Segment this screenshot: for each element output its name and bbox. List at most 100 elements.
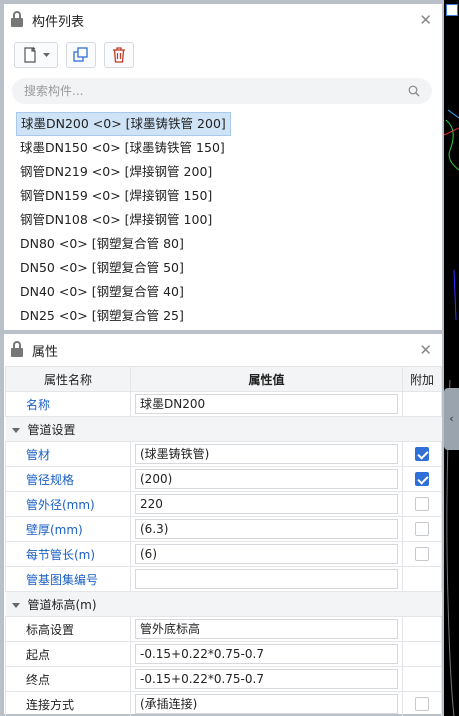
- attach-checkbox[interactable]: [415, 697, 429, 712]
- property-name: 管径规格: [5, 466, 131, 492]
- component-list-item[interactable]: 钢管DN159 <0> [焊接钢管 150]: [16, 184, 216, 208]
- property-panel: 属性 ✕ 属性名称 属性值 附加 名称 球墨DN200 管道设置 管材 (球墨铸铁管) 管…: [4, 334, 442, 716]
- header-add: 附加: [402, 366, 442, 392]
- property-row: 管径规格 (200): [5, 466, 442, 492]
- component-panel-title: 构件列表: [32, 14, 85, 30]
- property-name: 管材: [5, 441, 131, 467]
- property-value-cell: 球墨DN200: [130, 391, 403, 417]
- new-file-icon: [23, 47, 36, 63]
- property-value-cell: (200): [130, 466, 403, 492]
- attach-checkbox[interactable]: [415, 447, 429, 462]
- property-value-field[interactable]: 220: [135, 494, 398, 514]
- property-value-cell: -0.15+0.22*0.75-0.7: [130, 641, 403, 667]
- lock-icon[interactable]: [10, 10, 24, 30]
- header-property-name: 属性名称: [5, 366, 131, 392]
- attach-checkbox[interactable]: [415, 472, 429, 487]
- property-value-cell: (承插连接): [130, 691, 403, 716]
- property-value-field[interactable]: 球墨DN200: [135, 394, 398, 414]
- property-group-row[interactable]: 管道标高(m): [5, 591, 442, 617]
- property-value-field[interactable]: (6.3): [135, 519, 398, 539]
- component-toolbar: [4, 36, 442, 74]
- property-name: 管基图集编号: [5, 566, 131, 592]
- component-list-item[interactable]: DN50 <0> [钢塑复合管 50]: [16, 256, 188, 280]
- component-list-panel: 构件列表 ✕ 搜索构件... 球墨DN200 <0> [球墨铸铁管 200] 球…: [4, 4, 442, 330]
- drawing-canvas-strip[interactable]: ‹: [444, 0, 459, 716]
- property-name: 管外径(mm): [5, 491, 131, 517]
- property-value-cell: 管外底标高: [130, 616, 403, 642]
- component-list-item[interactable]: DN80 <0> [钢塑复合管 80]: [16, 232, 188, 256]
- property-row: 壁厚(mm) (6.3): [5, 516, 442, 542]
- property-add-cell: [402, 641, 442, 667]
- attach-checkbox[interactable]: [415, 522, 429, 537]
- property-value-field[interactable]: (承插连接): [135, 694, 398, 714]
- close-icon[interactable]: ✕: [419, 11, 432, 29]
- property-value-field[interactable]: (球墨铸铁管): [135, 444, 398, 464]
- close-icon[interactable]: ✕: [419, 341, 432, 359]
- property-add-cell: [402, 466, 442, 492]
- caret-down-icon[interactable]: [11, 602, 20, 608]
- component-list-item[interactable]: DN40 <0> [钢塑复合管 40]: [16, 280, 188, 304]
- property-table: 属性名称 属性值 附加 名称 球墨DN200 管道设置管材 (球墨铸铁管) 管径规格 (2…: [5, 366, 442, 716]
- property-value-cell: -0.15+0.22*0.75-0.7: [130, 666, 403, 692]
- property-value-field[interactable]: (6): [135, 544, 398, 564]
- property-value-cell: (球墨铸铁管): [130, 441, 403, 467]
- property-add-cell: [402, 691, 442, 716]
- property-name: 名称: [5, 391, 131, 417]
- component-list-item[interactable]: 钢管DN108 <0> [焊接钢管 100]: [16, 208, 216, 232]
- new-component-button[interactable]: [14, 42, 58, 68]
- property-add-cell: [402, 391, 442, 417]
- property-add-cell: [402, 516, 442, 542]
- property-row: 标高设置 管外底标高: [5, 616, 442, 642]
- component-list-item[interactable]: 球墨DN200 <0> [球墨铸铁管 200]: [16, 112, 231, 136]
- property-add-cell: [402, 491, 442, 517]
- property-value-field[interactable]: (200): [135, 469, 398, 489]
- property-row: 每节管长(m) (6): [5, 541, 442, 567]
- component-list-item[interactable]: DN25 <0> [钢塑复合管 25]: [16, 304, 188, 328]
- property-value-field[interactable]: [135, 569, 398, 589]
- component-search-input[interactable]: [24, 84, 408, 98]
- property-name: 终点: [5, 666, 131, 692]
- property-panel-title: 属性: [32, 344, 59, 360]
- collapse-tab[interactable]: ‹: [444, 388, 459, 450]
- copy-icon: [73, 47, 88, 62]
- property-name: 壁厚(mm): [5, 516, 131, 542]
- property-name: 起点: [5, 641, 131, 667]
- property-value-field[interactable]: 管外底标高: [135, 619, 398, 639]
- trash-icon: [113, 47, 125, 63]
- property-value-cell: (6.3): [130, 516, 403, 542]
- property-row: 管材 (球墨铸铁管): [5, 441, 442, 467]
- property-panel-header: 属性 ✕: [4, 334, 442, 366]
- property-add-cell: [402, 541, 442, 567]
- property-value-cell: (6): [130, 541, 403, 567]
- search-icon[interactable]: [408, 85, 420, 97]
- component-panel-header: 构件列表 ✕: [4, 4, 442, 36]
- property-add-cell: [402, 616, 442, 642]
- property-add-cell: [402, 566, 442, 592]
- attach-checkbox[interactable]: [415, 547, 429, 562]
- property-row: 终点 -0.15+0.22*0.75-0.7: [5, 666, 442, 692]
- property-value-field[interactable]: -0.15+0.22*0.75-0.7: [135, 669, 398, 689]
- component-search-box[interactable]: [12, 78, 432, 104]
- component-list-item[interactable]: 球墨DN150 <0> [球墨铸铁管 150]: [16, 136, 229, 160]
- property-row: 管外径(mm) 220: [5, 491, 442, 517]
- property-value-field[interactable]: -0.15+0.22*0.75-0.7: [135, 644, 398, 664]
- attach-checkbox[interactable]: [415, 497, 429, 512]
- delete-component-button[interactable]: [104, 42, 134, 68]
- property-add-cell: [402, 666, 442, 692]
- copy-component-button[interactable]: [66, 42, 96, 68]
- property-name: 每节管长(m): [5, 541, 131, 567]
- property-name: 标高设置: [5, 616, 131, 642]
- property-row: 管基图集编号: [5, 566, 442, 592]
- property-group-label: 管道设置: [27, 422, 76, 437]
- lock-icon[interactable]: [10, 340, 24, 360]
- property-row: 起点 -0.15+0.22*0.75-0.7: [5, 641, 442, 667]
- property-name: 连接方式: [5, 691, 131, 716]
- component-list-item[interactable]: 钢管DN219 <0> [焊接钢管 200]: [16, 160, 216, 184]
- chevron-down-icon[interactable]: [42, 52, 50, 58]
- property-value-cell: [130, 566, 403, 592]
- property-group-row[interactable]: 管道设置: [5, 416, 442, 442]
- header-property-value: 属性值: [130, 366, 403, 392]
- property-group-label: 管道标高(m): [27, 597, 97, 612]
- canvas-lines: [444, 109, 459, 716]
- caret-down-icon[interactable]: [11, 427, 20, 433]
